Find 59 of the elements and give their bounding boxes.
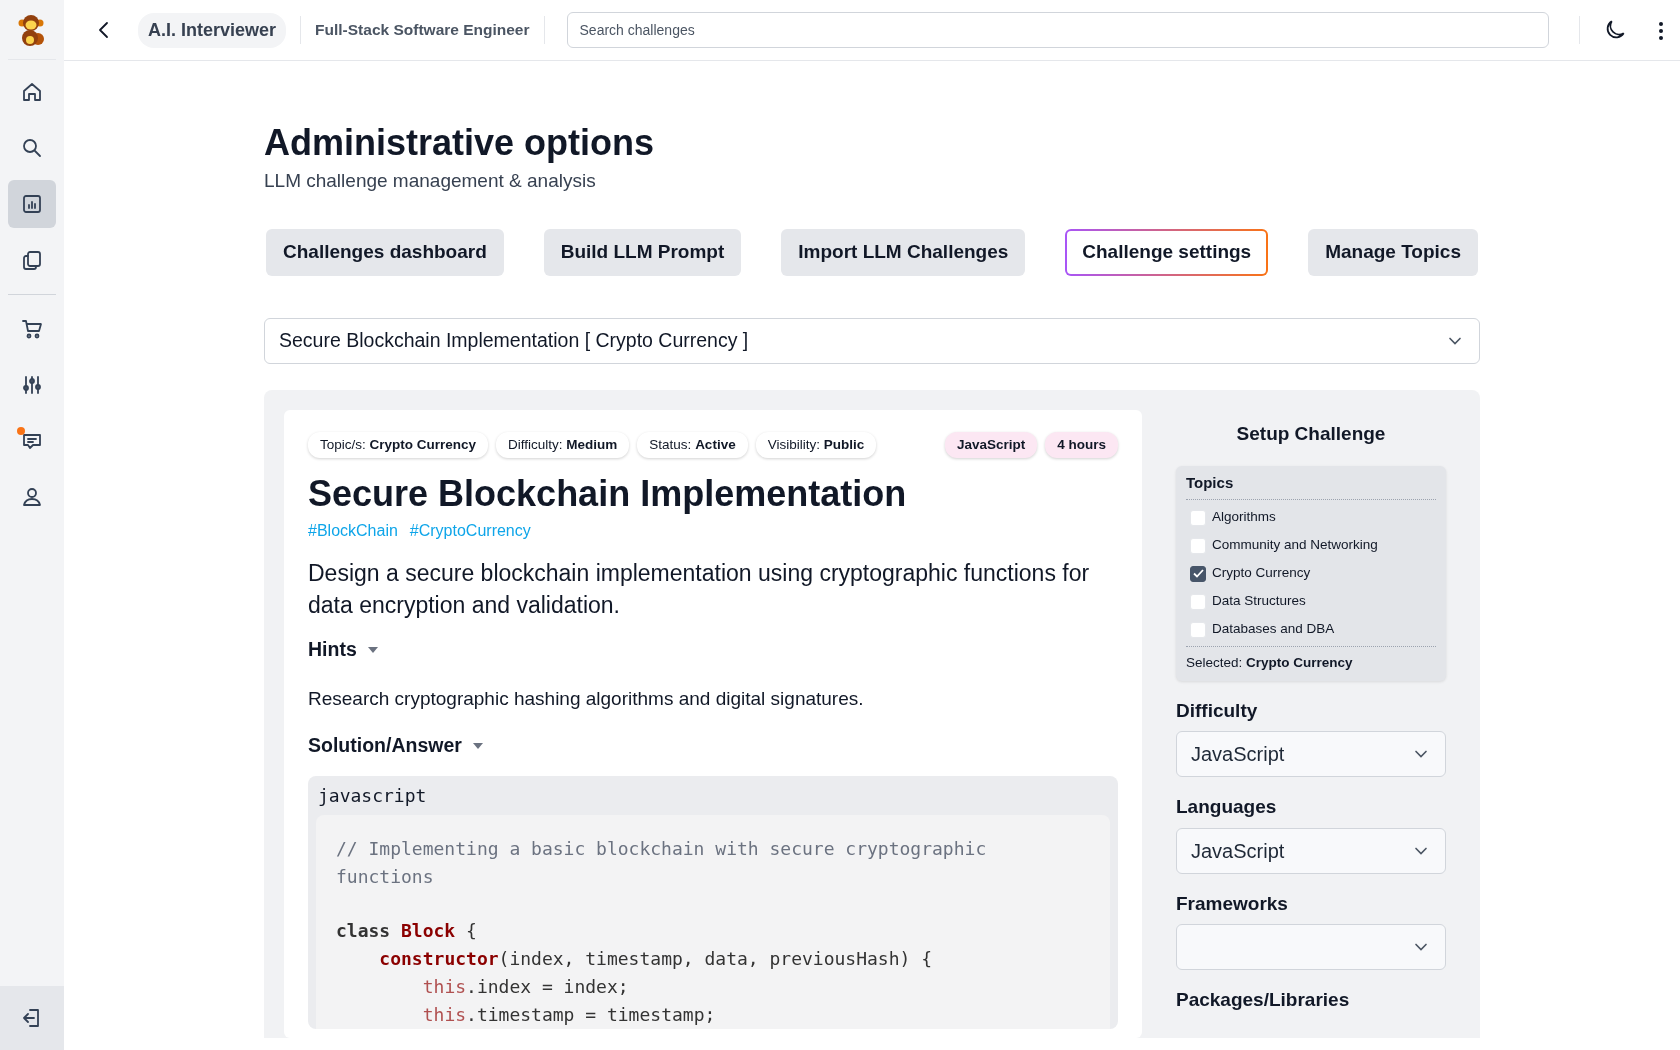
select-field[interactable]: JavaScript <box>1176 731 1446 778</box>
select-value: Secure Blockchain Implementation [ Crypto Currency ] <box>279 327 749 353</box>
tab[interactable]: Import LLM Challenges <box>781 229 1026 276</box>
page-title: Administrative options <box>264 123 656 163</box>
challenge-description: Design a secure blockchain implementation using cryptographic functions for data encryption and validation. <box>308 559 1091 621</box>
cart-icon <box>20 317 44 341</box>
logout-button[interactable] <box>0 986 64 1050</box>
code-line: class Block { <box>336 919 478 944</box>
page-subtitle: LLM challenge management & analysis <box>264 168 597 193</box>
meta-chip: Difficulty: Medium <box>496 431 630 458</box>
checkbox-label: Algorithms <box>1212 508 1276 527</box>
copy-icon <box>20 248 44 272</box>
meta-chip: Visibility: Public <box>755 431 877 458</box>
meta-chip: Status: Active <box>637 431 748 458</box>
code-line: constructor(index, timestamp, data, previousHash) { <box>378 947 934 972</box>
caret-icon <box>366 646 379 655</box>
tab[interactable]: Challenges dashboard <box>266 229 504 276</box>
select-field[interactable] <box>1176 924 1446 971</box>
meta-chip: Topic/s: Crypto Currency <box>308 431 489 458</box>
nav-button[interactable] <box>8 180 56 228</box>
chart-icon <box>20 192 44 216</box>
select-value: JavaScript <box>1191 838 1285 864</box>
checkbox-label: Community and Networking <box>1212 536 1378 555</box>
field-label: Frameworks <box>1176 891 1289 916</box>
code-line: this.timestamp = timestamp; <box>421 1003 717 1028</box>
tab[interactable]: Challenge settings <box>1065 229 1269 276</box>
caret-icon <box>471 741 484 750</box>
code-line: this.index = index; <box>421 975 630 1000</box>
toggle-button[interactable]: Hints <box>308 635 379 665</box>
field-label: Languages <box>1176 795 1278 820</box>
job-role-title: Full-Stack Software Engineer <box>315 20 530 41</box>
tab[interactable]: Manage Topics <box>1308 229 1478 276</box>
code-language: javascript <box>317 784 428 809</box>
search-icon <box>20 136 44 160</box>
setup-title: Setup Challenge <box>1235 421 1387 446</box>
toggle-button[interactable]: Solution/Answer <box>308 731 484 761</box>
notification-dot <box>17 427 25 435</box>
user-icon <box>20 485 44 509</box>
select-field[interactable]: JavaScript <box>1176 827 1446 874</box>
checkbox-label: Databases and DBA <box>1212 620 1335 639</box>
field-label: Packages/Libraries <box>1176 988 1351 1013</box>
checkbox[interactable] <box>1190 565 1206 582</box>
hint-text: Research cryptographic hashing algorithms and digital signatures. <box>308 686 865 711</box>
tab[interactable]: Build LLM Prompt <box>543 229 742 276</box>
app-name: A.I. Interviewer <box>138 12 287 48</box>
code-line: // Implementing a basic blockchain with secure cryptographic functions <box>336 837 988 890</box>
select-value: JavaScript <box>1191 742 1285 768</box>
selected-topics-text: Selected: Crypto Currency <box>1186 645 1436 673</box>
field-label: Difficulty <box>1176 698 1259 723</box>
topics-label: Topics <box>1186 472 1436 500</box>
tag: 4 hours <box>1045 431 1118 458</box>
checkbox-label: Data Structures <box>1212 592 1306 611</box>
challenge-select[interactable]: Secure Blockchain Implementation [ Crypto Currency ] <box>264 317 1480 364</box>
search-field[interactable]: Search challenges <box>566 12 1549 48</box>
challenge-title: Secure Blockchain Implementation <box>308 471 908 516</box>
home-icon <box>20 80 44 104</box>
tag: JavaScript <box>944 431 1038 458</box>
checkbox-label: Crypto Currency <box>1212 564 1311 583</box>
sliders-icon <box>20 373 44 397</box>
